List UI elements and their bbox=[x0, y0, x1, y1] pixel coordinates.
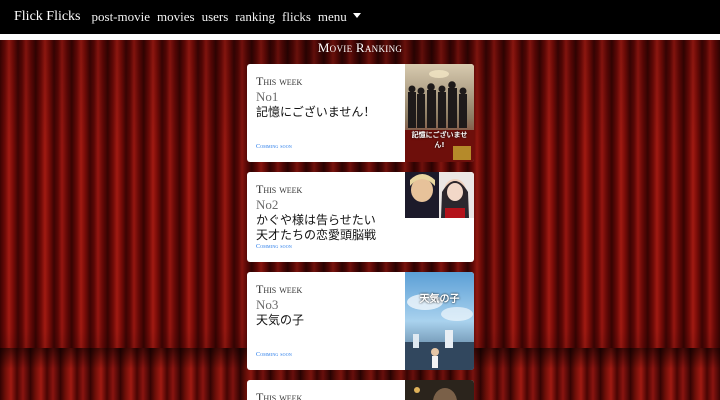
card-label: This week bbox=[256, 390, 303, 400]
menu-label: menu bbox=[317, 9, 347, 24]
brand-link[interactable]: Flick Flicks bbox=[14, 9, 81, 25]
card-label: This week bbox=[256, 182, 303, 196]
comming-soon-link[interactable]: Comming soon bbox=[256, 352, 292, 358]
movie-poster[interactable] bbox=[405, 380, 474, 400]
card-rank: No3 bbox=[256, 297, 279, 312]
card-label: This week bbox=[256, 282, 303, 296]
card-rank: No1 bbox=[256, 89, 279, 104]
ranking-card-3[interactable]: This week No3 天気の子 Comming soon 天気の子 bbox=[247, 272, 474, 370]
card-body: This week bbox=[256, 390, 402, 400]
movie-poster[interactable] bbox=[405, 172, 474, 218]
poster-image bbox=[405, 272, 474, 370]
card-movie-title: 記憶にございません！ bbox=[256, 105, 376, 119]
nav-menu-dropdown[interactable]: menu bbox=[318, 9, 361, 25]
movie-poster[interactable]: 記憶にございません! bbox=[405, 64, 474, 162]
ranking-card-2[interactable]: This week No2 かぐや様は告らせたい 天才たちの恋愛頭脳戦 Comm… bbox=[247, 172, 474, 262]
navbar: Flick Flicks post-movie movies users ran… bbox=[0, 0, 720, 34]
comming-soon-link[interactable]: Comming soon bbox=[256, 144, 292, 150]
comming-soon-link[interactable]: Comming soon bbox=[256, 244, 292, 250]
card-body: This week No2 かぐや様は告らせたい 天才たちの恋愛頭脳戦 bbox=[256, 182, 402, 262]
nav-link-flicks[interactable]: flicks bbox=[282, 9, 311, 25]
nav-link-movies[interactable]: movies bbox=[157, 9, 195, 25]
nav-link-users[interactable]: users bbox=[202, 9, 229, 25]
card-movie-title: かぐや様は告らせたい 天才たちの恋愛頭脳戦 bbox=[256, 213, 377, 242]
poster-text: 天気の子 bbox=[419, 294, 460, 305]
poster-text: 記憶にございません! bbox=[411, 131, 468, 149]
ranking-card-1[interactable]: This week No1 記憶にございません！ Comming soon 記憶… bbox=[247, 64, 474, 162]
poster-image bbox=[405, 172, 474, 218]
card-rank: No2 bbox=[256, 197, 279, 212]
card-label: This week bbox=[256, 74, 303, 88]
movie-poster[interactable]: 天気の子 bbox=[405, 272, 474, 370]
page-title: Movie Ranking bbox=[317, 40, 403, 55]
ranking-card-4[interactable]: This week bbox=[247, 380, 474, 400]
caret-down-icon bbox=[352, 13, 361, 18]
nav-link-ranking[interactable]: ranking bbox=[235, 9, 275, 25]
poster-image bbox=[405, 380, 474, 400]
nav-link-post-movie[interactable]: post-movie bbox=[92, 9, 151, 25]
card-movie-title: 天気の子 bbox=[256, 313, 305, 327]
